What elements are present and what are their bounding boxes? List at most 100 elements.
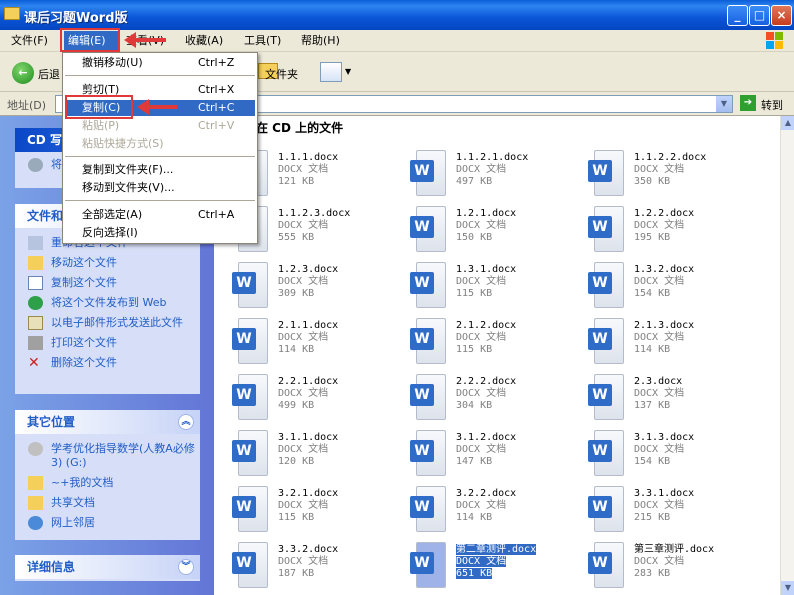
- place-network[interactable]: 网上邻居: [15, 516, 200, 530]
- file-name: 3.2.2.docx: [456, 488, 517, 499]
- file-item[interactable]: W 3.2.2.docx DOCX 文档 114 KB: [410, 486, 580, 538]
- file-item[interactable]: W 第二章测评.docx DOCX 文档 651 KB: [410, 542, 580, 594]
- file-name: 2.1.1.docx: [278, 320, 339, 331]
- vertical-scrollbar[interactable]: ▲ ▼: [780, 116, 794, 595]
- menu-move-to-folder[interactable]: 移动到文件夹(V)...: [65, 180, 255, 196]
- file-size: 555 KB: [278, 232, 315, 243]
- file-name: 1.3.2.docx: [634, 264, 695, 275]
- folder-icon: [28, 476, 43, 490]
- menu-select-all[interactable]: 全部选定(A) Ctrl+A: [65, 207, 255, 223]
- file-item[interactable]: W 1.3.2.docx DOCX 文档 154 KB: [588, 262, 758, 314]
- word-document-icon: W: [410, 318, 450, 366]
- maximize-button[interactable]: □: [749, 5, 770, 26]
- back-button-label[interactable]: 后退: [38, 66, 60, 82]
- file-item[interactable]: W 2.1.1.docx DOCX 文档 114 KB: [232, 318, 402, 370]
- file-name: 3.2.1.docx: [278, 488, 339, 499]
- views-dropdown-icon[interactable]: ▼: [345, 67, 351, 76]
- file-item[interactable]: W 1.1.2.1.docx DOCX 文档 497 KB: [410, 150, 580, 202]
- file-item[interactable]: W 1.1.2.2.docx DOCX 文档 350 KB: [588, 150, 758, 202]
- file-size: 304 KB: [456, 400, 493, 411]
- file-name: 3.3.2.docx: [278, 544, 339, 555]
- file-item[interactable]: W 第三章测评.docx DOCX 文档 283 KB: [588, 542, 758, 594]
- file-name: 1.2.1.docx: [456, 208, 517, 219]
- menu-separator: [65, 156, 255, 157]
- place-my-documents[interactable]: ~+我的文档: [15, 476, 200, 490]
- network-icon: [28, 516, 43, 530]
- place-drive-g[interactable]: 学考优化指导数学(人教A必修3) (G:): [15, 442, 200, 470]
- file-item[interactable]: W 2.1.2.docx DOCX 文档 115 KB: [410, 318, 580, 370]
- word-document-icon: W: [588, 206, 628, 254]
- file-size: 499 KB: [278, 400, 315, 411]
- menu-tools[interactable]: 工具(T): [244, 33, 281, 49]
- back-arrow-icon[interactable]: ←: [12, 62, 34, 84]
- file-group-header: 在 CD 上的文件: [256, 121, 344, 135]
- file-type: DOCX 文档: [278, 388, 329, 399]
- file-size: 651 KB: [456, 568, 493, 579]
- scroll-up-icon[interactable]: ▲: [781, 116, 794, 130]
- word-document-icon: W: [588, 486, 628, 534]
- close-button[interactable]: ×: [771, 5, 792, 26]
- file-item[interactable]: W 1.2.2.docx DOCX 文档 195 KB: [588, 206, 758, 258]
- menu-undo[interactable]: 撤销移动(U) Ctrl+Z: [65, 55, 255, 71]
- copy-task[interactable]: 复制这个文件: [15, 276, 200, 290]
- file-item[interactable]: W 2.2.1.docx DOCX 文档 499 KB: [232, 374, 402, 426]
- file-name: 2.2.2.docx: [456, 376, 517, 387]
- file-item[interactable]: W 2.3.docx DOCX 文档 137 KB: [588, 374, 758, 426]
- word-document-icon: W: [232, 486, 272, 534]
- file-size: 121 KB: [278, 176, 315, 187]
- scroll-down-icon[interactable]: ▼: [781, 581, 794, 595]
- file-item[interactable]: W 3.1.1.docx DOCX 文档 120 KB: [232, 430, 402, 482]
- menu-invert-selection[interactable]: 反向选择(I): [65, 225, 255, 241]
- menu-paste: 粘贴(P) Ctrl+V: [82, 119, 235, 132]
- annotation-arrow-icon: [124, 32, 166, 48]
- word-document-icon: W: [588, 150, 628, 198]
- collapse-chevron-icon[interactable]: ︽: [178, 414, 194, 430]
- other-places-header[interactable]: 其它位置 ︽: [15, 410, 200, 434]
- file-name: 1.2.3.docx: [278, 264, 339, 275]
- file-type: DOCX 文档: [634, 388, 685, 399]
- file-item[interactable]: W 1.2.3.docx DOCX 文档 309 KB: [232, 262, 402, 314]
- file-type: DOCX 文档: [278, 220, 329, 231]
- details-header[interactable]: 详细信息 ︾: [15, 555, 200, 579]
- file-item[interactable]: W 2.2.2.docx DOCX 文档 304 KB: [410, 374, 580, 426]
- delete-task[interactable]: ✕ 删除这个文件: [15, 356, 200, 370]
- menu-file[interactable]: 文件(F): [11, 33, 48, 49]
- other-places-panel: 其它位置 ︽ 学考优化指导数学(人教A必修3) (G:) ~+我的文档 共享文档 …: [15, 410, 200, 540]
- file-item[interactable]: W 1.3.1.docx DOCX 文档 115 KB: [410, 262, 580, 314]
- details-panel: 详细信息 ︾: [15, 555, 200, 581]
- windows-logo-icon: [766, 32, 784, 50]
- email-task[interactable]: 以电子邮件形式发送此文件: [15, 316, 200, 330]
- file-item[interactable]: W 3.2.1.docx DOCX 文档 115 KB: [232, 486, 402, 538]
- move-task[interactable]: 移动这个文件: [15, 256, 200, 270]
- file-item[interactable]: W 3.1.2.docx DOCX 文档 147 KB: [410, 430, 580, 482]
- file-size: 150 KB: [456, 232, 493, 243]
- address-label: 地址(D): [7, 99, 47, 112]
- menu-separator: [65, 200, 255, 201]
- file-item[interactable]: W 3.1.3.docx DOCX 文档 154 KB: [588, 430, 758, 482]
- menu-copy-to-folder[interactable]: 复制到文件夹(F)...: [65, 162, 255, 178]
- file-type: DOCX 文档: [278, 164, 329, 175]
- views-icon[interactable]: [320, 62, 342, 82]
- publish-web-task[interactable]: 将这个文件发布到 Web: [15, 296, 200, 310]
- file-item[interactable]: W 3.3.1.docx DOCX 文档 215 KB: [588, 486, 758, 538]
- file-item[interactable]: W 2.1.3.docx DOCX 文档 114 KB: [588, 318, 758, 370]
- file-name: 3.1.3.docx: [634, 432, 695, 443]
- expand-chevron-icon[interactable]: ︾: [178, 559, 194, 575]
- address-dropdown-icon[interactable]: ▼: [716, 96, 732, 112]
- file-size: 147 KB: [456, 456, 493, 467]
- word-document-icon: W: [410, 262, 450, 310]
- file-item[interactable]: W 1.2.1.docx DOCX 文档 150 KB: [410, 206, 580, 258]
- print-task[interactable]: 打印这个文件: [15, 336, 200, 350]
- minimize-button[interactable]: _: [727, 5, 748, 26]
- word-document-icon: W: [232, 430, 272, 478]
- file-name: 3.1.1.docx: [278, 432, 339, 443]
- file-item[interactable]: W 3.3.2.docx DOCX 文档 187 KB: [232, 542, 402, 594]
- menu-favorites[interactable]: 收藏(A): [185, 33, 223, 49]
- go-arrow-icon[interactable]: ➔: [740, 95, 756, 111]
- menu-help[interactable]: 帮助(H): [301, 33, 340, 49]
- place-shared-documents[interactable]: 共享文档: [15, 496, 200, 510]
- file-name: 3.3.1.docx: [634, 488, 695, 499]
- go-button-label[interactable]: 转到: [761, 97, 783, 113]
- file-name: 第二章测评.docx: [456, 544, 537, 555]
- folder-icon: [4, 7, 20, 20]
